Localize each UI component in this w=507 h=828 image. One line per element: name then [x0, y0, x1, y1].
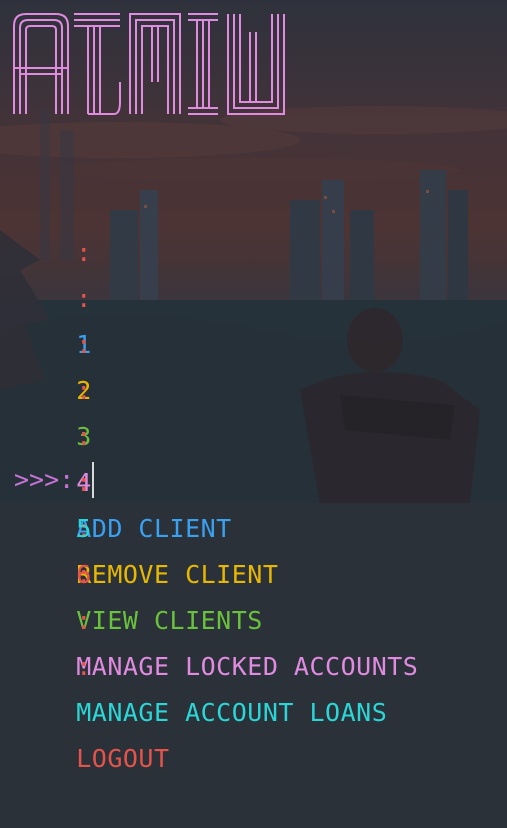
menu-item-number: 6	[76, 560, 92, 589]
menu-separator: :	[76, 422, 92, 451]
menu-item-label: VIEW CLIENTS	[76, 606, 263, 635]
banner-letter-n	[227, 14, 285, 115]
command-prompt[interactable]: >>>:	[14, 460, 95, 500]
menu-separator: :	[76, 330, 92, 359]
admin-banner: ADMIN	[12, 12, 288, 116]
main-menu: : 1 : ADD CLIENT : 2 : REMOVE CLIENT : 3…	[14, 184, 418, 773]
text-cursor	[92, 462, 95, 498]
menu-item-label: ADD CLIENT	[76, 514, 232, 543]
menu-separator: :	[76, 238, 92, 267]
menu-item-label: MANAGE ACCOUNT LOANS	[76, 698, 388, 727]
menu-separator: :	[76, 376, 92, 405]
banner-letter-a	[13, 13, 69, 114]
banner-letter-i	[188, 13, 218, 115]
menu-separator: :	[76, 284, 92, 313]
menu-item-label: MANAGE LOCKED ACCOUNTS	[76, 652, 419, 681]
menu-item-add-client[interactable]: : 1 : ADD CLIENT	[14, 184, 418, 543]
prompt-symbol: >>>:	[14, 465, 75, 494]
menu-separator: :	[76, 652, 92, 681]
menu-item-label: REMOVE CLIENT	[76, 560, 279, 589]
admin-banner-art	[13, 13, 285, 115]
menu-item-label: LOGOUT	[76, 744, 170, 773]
banner-letter-m	[129, 13, 181, 114]
banner-letter-d	[74, 13, 121, 115]
